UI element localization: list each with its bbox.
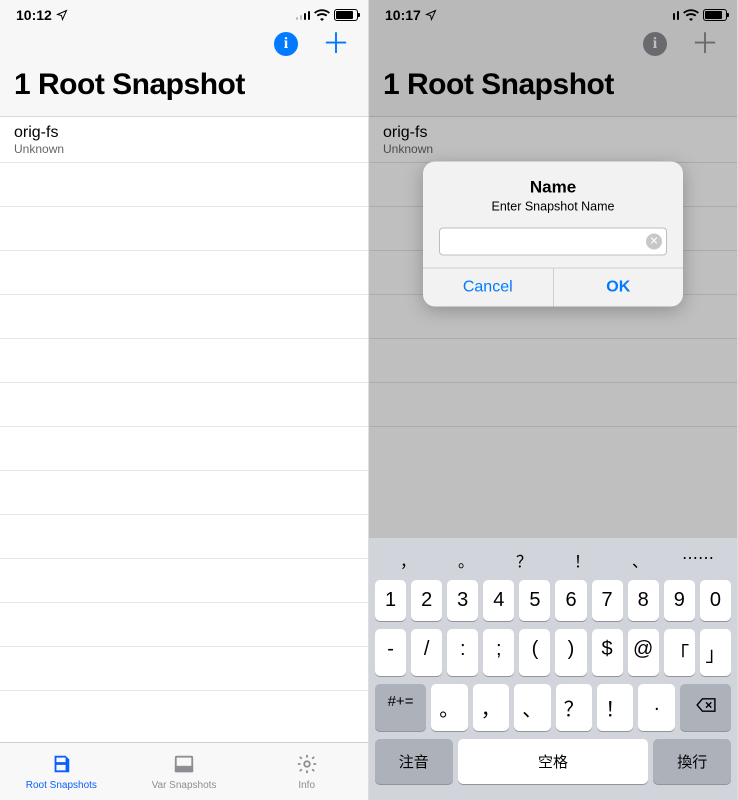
candidate-key[interactable]: ⋯⋯	[669, 548, 727, 572]
key[interactable]: ，	[473, 684, 509, 731]
status-time: 10:17	[385, 7, 421, 23]
candidate-key[interactable]: ！	[553, 548, 611, 572]
snapshot-name-input[interactable]	[439, 228, 667, 256]
list-item-empty	[0, 295, 368, 339]
clear-input-icon[interactable]: ✕	[646, 234, 662, 250]
backspace-key[interactable]	[680, 684, 731, 731]
key[interactable]: 0	[700, 580, 731, 621]
symbols-key[interactable]: #+=	[375, 684, 426, 731]
list-item-empty	[0, 251, 368, 295]
wifi-icon	[683, 9, 699, 21]
key[interactable]: 4	[483, 580, 514, 621]
list-item-subtitle: Unknown	[14, 142, 354, 156]
key[interactable]: )	[555, 629, 586, 676]
list-item-empty	[0, 163, 368, 207]
tab-root-snapshots[interactable]: Root Snapshots	[0, 743, 123, 800]
battery-icon	[334, 9, 358, 21]
list-item-empty	[0, 559, 368, 603]
key[interactable]: 。	[431, 684, 467, 731]
tab-info[interactable]: Info	[245, 743, 368, 800]
signal-icon	[296, 10, 311, 20]
status-time: 10:12	[16, 7, 52, 23]
key[interactable]: .	[638, 684, 674, 731]
list-item-empty	[0, 383, 368, 427]
list-item-empty	[0, 603, 368, 647]
alert-message: Enter Snapshot Name	[439, 200, 667, 214]
list-item-empty	[0, 515, 368, 559]
location-icon	[56, 9, 68, 21]
key[interactable]: $	[592, 629, 623, 676]
tab-var-snapshots[interactable]: Var Snapshots	[123, 743, 246, 800]
status-bar: 10:12	[0, 0, 368, 26]
key[interactable]: 3	[447, 580, 478, 621]
snapshot-list: orig-fs Unknown	[0, 117, 368, 742]
key[interactable]: ？	[556, 684, 592, 731]
battery-icon	[703, 9, 727, 21]
list-item[interactable]: orig-fs Unknown	[0, 117, 368, 163]
key[interactable]: ！	[597, 684, 633, 731]
name-alert: Name Enter Snapshot Name ✕ Cancel OK	[423, 162, 683, 307]
key[interactable]: 「	[664, 629, 695, 676]
screen-right: 10:17 i ＋ 1 Root Snapshot orig-fs Unknow…	[369, 0, 738, 800]
keyboard: ， 。 ？ ！ 、 ⋯⋯ 1 2 3 4 5 6 7 8 9 0 - / : ;…	[369, 538, 737, 800]
status-bar: 10:17	[369, 0, 737, 26]
candidate-key[interactable]: 。	[437, 548, 495, 572]
space-key[interactable]: 空格	[458, 739, 649, 784]
key[interactable]: ;	[483, 629, 514, 676]
gear-icon	[295, 753, 319, 778]
key[interactable]: (	[519, 629, 550, 676]
alert-title: Name	[439, 178, 667, 198]
key[interactable]: 7	[592, 580, 623, 621]
screen-left: 10:12 i ＋ 1 Root Snapshot orig-fs Unknow…	[0, 0, 369, 800]
tab-label: Root Snapshots	[26, 780, 97, 791]
key[interactable]: 8	[628, 580, 659, 621]
key[interactable]: 9	[664, 580, 695, 621]
ok-button[interactable]: OK	[554, 269, 684, 307]
key[interactable]: 1	[375, 580, 406, 621]
key[interactable]: :	[447, 629, 478, 676]
location-icon	[425, 9, 437, 21]
key[interactable]: 2	[411, 580, 442, 621]
page-title: 1 Root Snapshot	[14, 68, 354, 102]
tab-label: Var Snapshots	[152, 780, 217, 791]
tab-bar: Root Snapshots Var Snapshots Info	[0, 742, 368, 800]
candidate-bar: ， 。 ？ ！ 、 ⋯⋯	[373, 544, 733, 580]
cancel-button[interactable]: Cancel	[423, 269, 554, 307]
tab-label: Info	[298, 780, 315, 791]
candidate-key[interactable]: ，	[379, 548, 437, 572]
info-button[interactable]: i	[274, 32, 298, 56]
add-button[interactable]: ＋	[322, 30, 350, 58]
key[interactable]: 、	[514, 684, 550, 731]
key[interactable]: -	[375, 629, 406, 676]
nav-bar: i ＋	[0, 26, 368, 66]
list-item-empty	[0, 471, 368, 515]
key[interactable]: 」	[700, 629, 731, 676]
list-item-empty	[0, 427, 368, 471]
list-item-empty	[0, 647, 368, 691]
list-item-title: orig-fs	[14, 124, 354, 142]
floppy-icon	[49, 753, 73, 778]
candidate-key[interactable]: 、	[611, 548, 669, 572]
key[interactable]: @	[628, 629, 659, 676]
key[interactable]: 6	[555, 580, 586, 621]
candidate-key[interactable]: ？	[495, 548, 553, 572]
key[interactable]: 5	[519, 580, 550, 621]
drive-icon	[172, 753, 196, 778]
list-item-empty	[0, 339, 368, 383]
zhuyin-key[interactable]: 注音	[375, 739, 453, 784]
wifi-icon	[314, 9, 330, 21]
list-item-empty	[0, 207, 368, 251]
return-key[interactable]: 換行	[653, 739, 731, 784]
key[interactable]: /	[411, 629, 442, 676]
signal-icon	[665, 10, 680, 20]
